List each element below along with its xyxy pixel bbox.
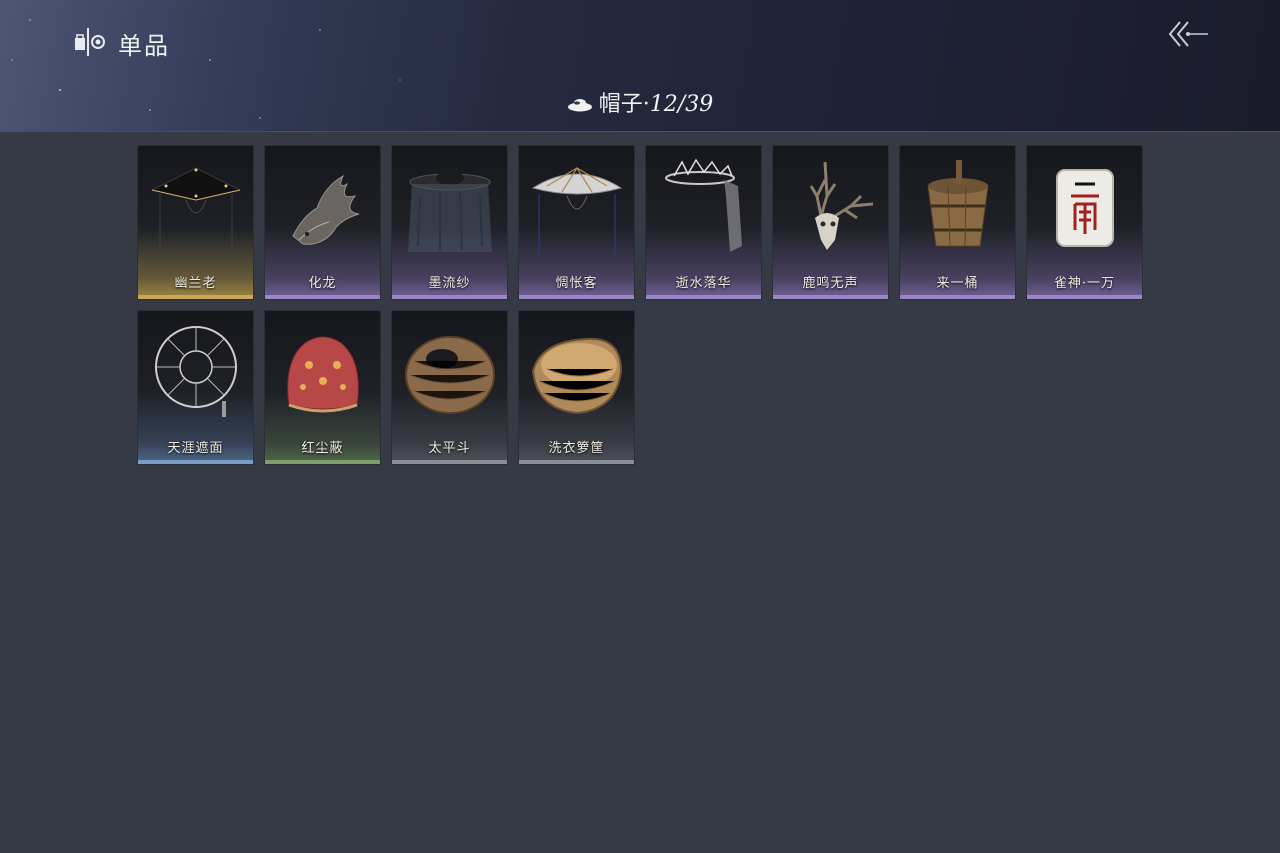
dragon-head-icon <box>292 174 360 245</box>
header-banner: 单品 帽子·12/39 <box>0 0 1280 132</box>
wooden-bucket-icon <box>927 160 989 247</box>
item-label: 洗衣箩筐 <box>548 441 605 456</box>
item-label: 逝水落华 <box>675 276 732 291</box>
item-label: 墨流纱 <box>428 276 471 291</box>
item-card[interactable]: 太平斗 <box>391 310 508 465</box>
item-card[interactable]: 洗衣箩筐 <box>518 310 635 465</box>
item-card[interactable]: 雀神·一万 <box>1026 145 1143 300</box>
item-label: 太平斗 <box>428 441 471 456</box>
wardrobe-icon <box>75 28 105 56</box>
item-card[interactable]: 惆怅客 <box>518 145 635 300</box>
wicker-basket-icon <box>405 336 495 414</box>
broken-frame-hat-icon <box>155 326 237 417</box>
laundry-basket-icon <box>531 337 623 415</box>
item-card[interactable]: 天涯遮面 <box>137 310 254 465</box>
black-straw-hat-icon <box>150 167 242 256</box>
item-card[interactable]: 墨流纱 <box>391 145 508 300</box>
item-card[interactable]: 鹿鸣无声 <box>772 145 889 300</box>
item-card[interactable]: 逝水落华 <box>645 145 762 300</box>
item-card[interactable]: 化龙 <box>264 145 381 300</box>
category-heading: 帽子·12/39 <box>0 86 1280 118</box>
red-hood-icon <box>287 336 359 413</box>
item-card[interactable]: 红尘蔽 <box>264 310 381 465</box>
mahjong-tile-icon <box>1056 169 1114 247</box>
item-card[interactable]: 幽兰老 <box>137 145 254 300</box>
item-label: 化龙 <box>308 276 337 291</box>
back-arrow-icon <box>1168 21 1208 47</box>
category-count: 12/39 <box>649 92 714 117</box>
item-card[interactable]: 来一桶 <box>899 145 1016 300</box>
item-label: 鹿鸣无声 <box>802 276 859 291</box>
category-separator: · <box>642 92 650 117</box>
item-label: 雀神·一万 <box>1053 276 1116 291</box>
white-bamboo-hat-icon <box>531 166 623 256</box>
item-label: 天涯遮面 <box>167 441 224 456</box>
bone-crown-veil-icon <box>665 158 742 252</box>
veiled-hat-icon <box>408 171 492 252</box>
page-title: 单品 <box>118 32 170 60</box>
deer-skull-icon <box>809 161 874 250</box>
category-name: 帽子 <box>598 92 643 117</box>
item-label: 红尘蔽 <box>301 441 344 456</box>
back-button[interactable] <box>1166 18 1210 52</box>
item-label: 惆怅客 <box>555 276 598 291</box>
item-label: 幽兰老 <box>174 276 217 291</box>
hat-icon <box>567 99 592 112</box>
item-label: 来一桶 <box>936 276 979 291</box>
